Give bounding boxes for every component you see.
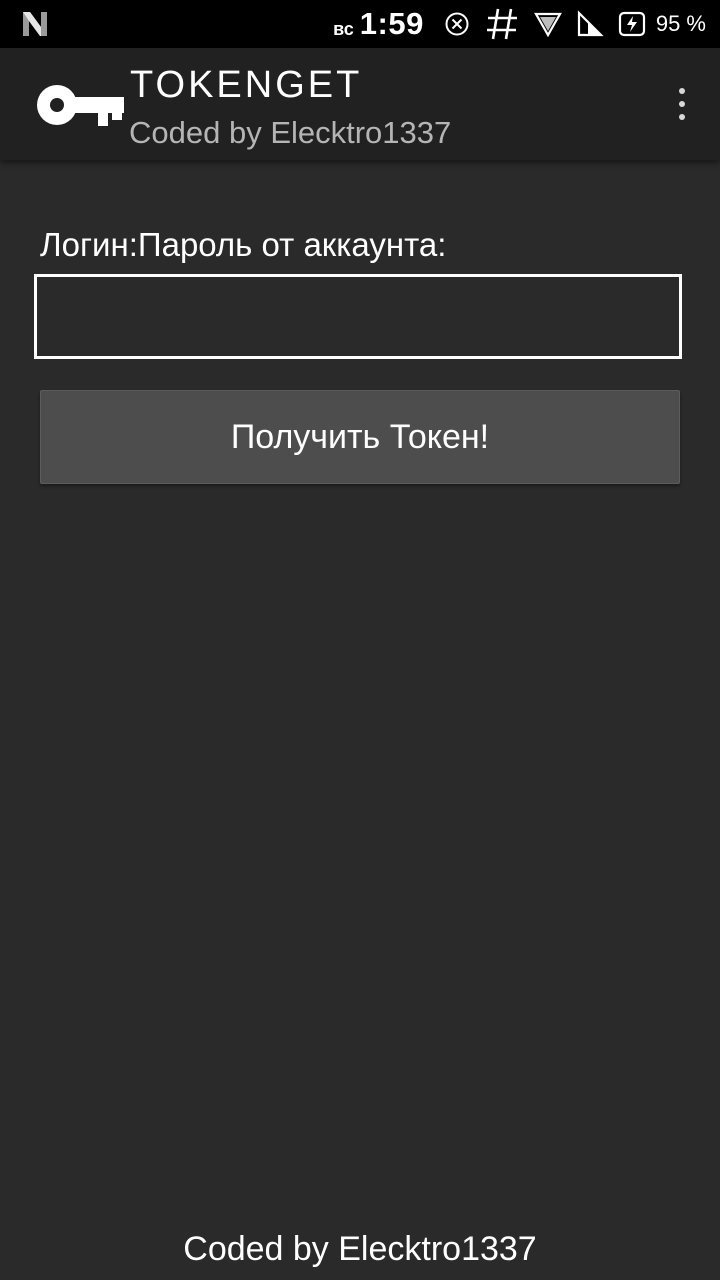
app-screen: вс 1:59 95 % TOKENGET Coded by Elecktro1… [0, 0, 720, 1280]
get-token-button[interactable]: Получить Токен! [40, 390, 680, 484]
n-logo-icon [23, 12, 47, 36]
battery-percent: 95 % [655, 11, 706, 36]
dnd-icon [445, 12, 469, 36]
status-time: 1:59 [359, 6, 424, 41]
status-bar: вс 1:59 95 % [0, 0, 720, 48]
wifi-icon [533, 12, 562, 38]
more-vert-icon[interactable] [670, 84, 694, 128]
status-indicators: вс 1:59 95 % [333, 0, 706, 48]
app-bar: TOKENGET Coded by Elecktro1337 [0, 48, 720, 160]
credentials-input[interactable] [34, 274, 682, 359]
status-day: вс [333, 18, 354, 39]
footer-credit: Coded by Elecktro1337 [183, 1230, 537, 1268]
battery-charging-icon [618, 11, 645, 37]
app-title: TOKENGET [130, 64, 363, 106]
signal-icon [577, 10, 604, 37]
get-token-button-label: Получить Токен! [230, 417, 490, 456]
app-subtitle: Coded by Elecktro1337 [129, 115, 452, 150]
hashtag-icon [486, 8, 517, 40]
credentials-label: Логин:Пароль от аккаунта: [40, 226, 447, 263]
key-icon [37, 85, 124, 126]
